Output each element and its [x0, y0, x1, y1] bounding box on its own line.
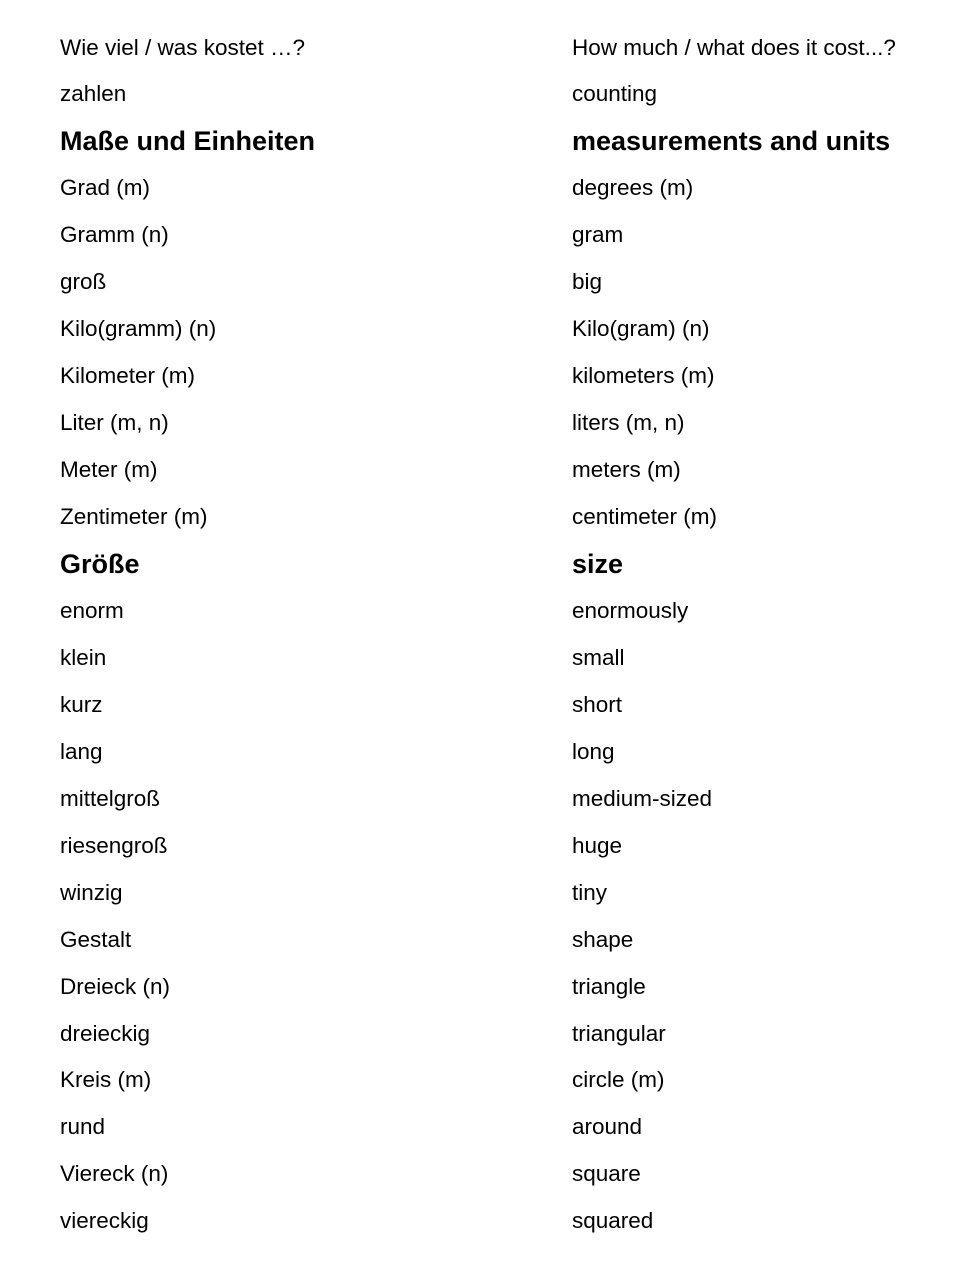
german-term: zahlen: [60, 81, 127, 107]
german-term: dreieckig: [60, 1020, 151, 1046]
english-translation: circle (m): [572, 1067, 665, 1093]
german-term: Meter (m): [60, 457, 158, 483]
english-translation: long: [572, 738, 615, 764]
english-heading: size: [572, 548, 624, 579]
german-term: Gestalt: [60, 926, 132, 952]
german-term: groß: [60, 269, 107, 295]
vocabulary-row: dreieckig triangular: [0, 1011, 960, 1058]
english-translation: medium-sized: [572, 785, 713, 811]
vocabulary-table: Wie viel / was kostet …? How much / what …: [0, 25, 960, 1246]
german-term: Liter (m, n): [60, 410, 169, 436]
german-term: Kreis (m): [60, 1067, 152, 1093]
vocabulary-row: viereckig squared: [0, 1198, 960, 1245]
section-heading-row: Maße und Einheiten measurements and units: [0, 118, 960, 165]
german-term: Dreieck (n): [60, 973, 171, 999]
german-term: rund: [60, 1114, 106, 1140]
english-translation: triangle: [572, 973, 646, 999]
vocabulary-row: rund around: [0, 1104, 960, 1151]
vocabulary-row: riesengroß huge: [0, 823, 960, 870]
english-heading: measurements and units: [572, 126, 891, 157]
english-translation: small: [572, 644, 625, 670]
english-translation: meters (m): [572, 457, 681, 483]
german-heading: Maße und Einheiten: [60, 126, 316, 157]
english-translation: liters (m, n): [572, 410, 685, 436]
vocabulary-row: groß big: [0, 259, 960, 306]
english-translation: shape: [572, 926, 634, 952]
english-translation: huge: [572, 832, 623, 858]
vocabulary-row: Gestalt shape: [0, 917, 960, 964]
vocabulary-row: Kreis (m) circle (m): [0, 1057, 960, 1104]
german-heading: Größe: [60, 548, 140, 579]
vocabulary-row: lang long: [0, 729, 960, 776]
vocabulary-row: Kilo(gramm) (n) Kilo(gram) (n): [0, 306, 960, 353]
german-term: mittelgroß: [60, 785, 161, 811]
german-term: kurz: [60, 691, 103, 717]
vocabulary-row: enorm enormously: [0, 588, 960, 635]
german-term: Zentimeter (m): [60, 504, 208, 530]
german-term: Gramm (n): [60, 222, 169, 248]
vocabulary-row: Gramm (n) gram: [0, 212, 960, 259]
german-term: Kilo(gramm) (n): [60, 316, 217, 342]
english-translation: square: [572, 1161, 641, 1187]
english-translation: degrees (m): [572, 175, 694, 201]
english-translation: big: [572, 269, 603, 295]
german-term: Kilometer (m): [60, 363, 196, 389]
english-translation: How much / what does it cost...?: [572, 34, 896, 60]
vocabulary-row: Kilometer (m) kilometers (m): [0, 353, 960, 400]
english-translation: tiny: [572, 879, 608, 905]
english-translation: around: [572, 1114, 643, 1140]
vocabulary-row: Liter (m, n) liters (m, n): [0, 400, 960, 447]
german-term: Grad (m): [60, 175, 150, 201]
german-term: Viereck (n): [60, 1161, 169, 1187]
vocabulary-row: Meter (m) meters (m): [0, 447, 960, 494]
vocabulary-row: Zentimeter (m) centimeter (m): [0, 494, 960, 541]
vocabulary-row: kurz short: [0, 682, 960, 729]
section-heading-row: Größe size: [0, 541, 960, 588]
english-translation: Kilo(gram) (n): [572, 316, 710, 342]
english-translation: gram: [572, 222, 624, 248]
german-term: enorm: [60, 597, 124, 623]
vocabulary-row: Grad (m) degrees (m): [0, 165, 960, 212]
german-term: Wie viel / was kostet …?: [60, 34, 306, 60]
english-translation: centimeter (m): [572, 504, 718, 530]
english-translation: enormously: [572, 597, 689, 623]
vocabulary-row: Dreieck (n) triangle: [0, 964, 960, 1011]
vocabulary-row: Wie viel / was kostet …? How much / what …: [0, 25, 960, 72]
vocabulary-row: Viereck (n) square: [0, 1151, 960, 1198]
german-term: lang: [60, 738, 103, 764]
german-term: klein: [60, 644, 107, 670]
vocabulary-row: zahlen counting: [0, 71, 960, 118]
english-translation: counting: [572, 81, 658, 107]
vocabulary-row: mittelgroß medium-sized: [0, 776, 960, 823]
german-term: riesengroß: [60, 832, 168, 858]
german-term: viereckig: [60, 1208, 149, 1234]
vocabulary-row: klein small: [0, 635, 960, 682]
english-translation: short: [572, 691, 623, 717]
english-translation: triangular: [572, 1020, 666, 1046]
vocabulary-row: winzig tiny: [0, 870, 960, 917]
english-translation: kilometers (m): [572, 363, 715, 389]
german-term: winzig: [60, 879, 123, 905]
english-translation: squared: [572, 1208, 654, 1234]
